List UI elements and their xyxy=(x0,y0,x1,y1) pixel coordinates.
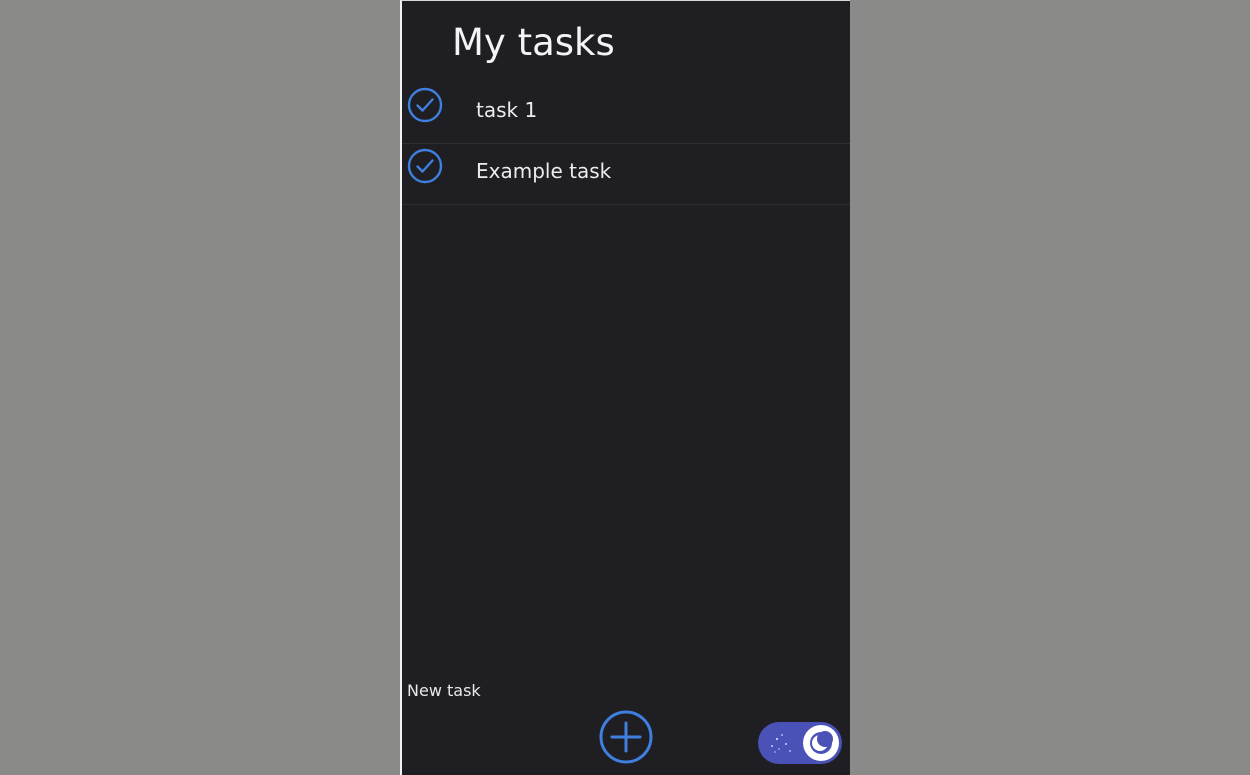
new-task-label: New task xyxy=(407,681,481,700)
check-circle-icon[interactable] xyxy=(407,148,443,184)
task-row[interactable]: Example task xyxy=(402,144,850,205)
theme-toggle[interactable] xyxy=(758,722,842,764)
add-task-button[interactable] xyxy=(598,709,654,765)
moon-icon xyxy=(805,727,837,759)
app-screen: My tasks task 1 Example task New task xyxy=(400,0,850,775)
task-label: Example task xyxy=(476,159,612,183)
task-row[interactable]: task 1 xyxy=(402,83,850,144)
page-title: My tasks xyxy=(452,21,615,64)
toggle-knob[interactable] xyxy=(803,725,839,761)
task-label: task 1 xyxy=(476,98,538,122)
stars-icon xyxy=(771,734,791,753)
check-circle-icon[interactable] xyxy=(407,87,443,123)
plus-circle-icon xyxy=(599,710,653,764)
task-list: task 1 Example task xyxy=(402,83,850,205)
